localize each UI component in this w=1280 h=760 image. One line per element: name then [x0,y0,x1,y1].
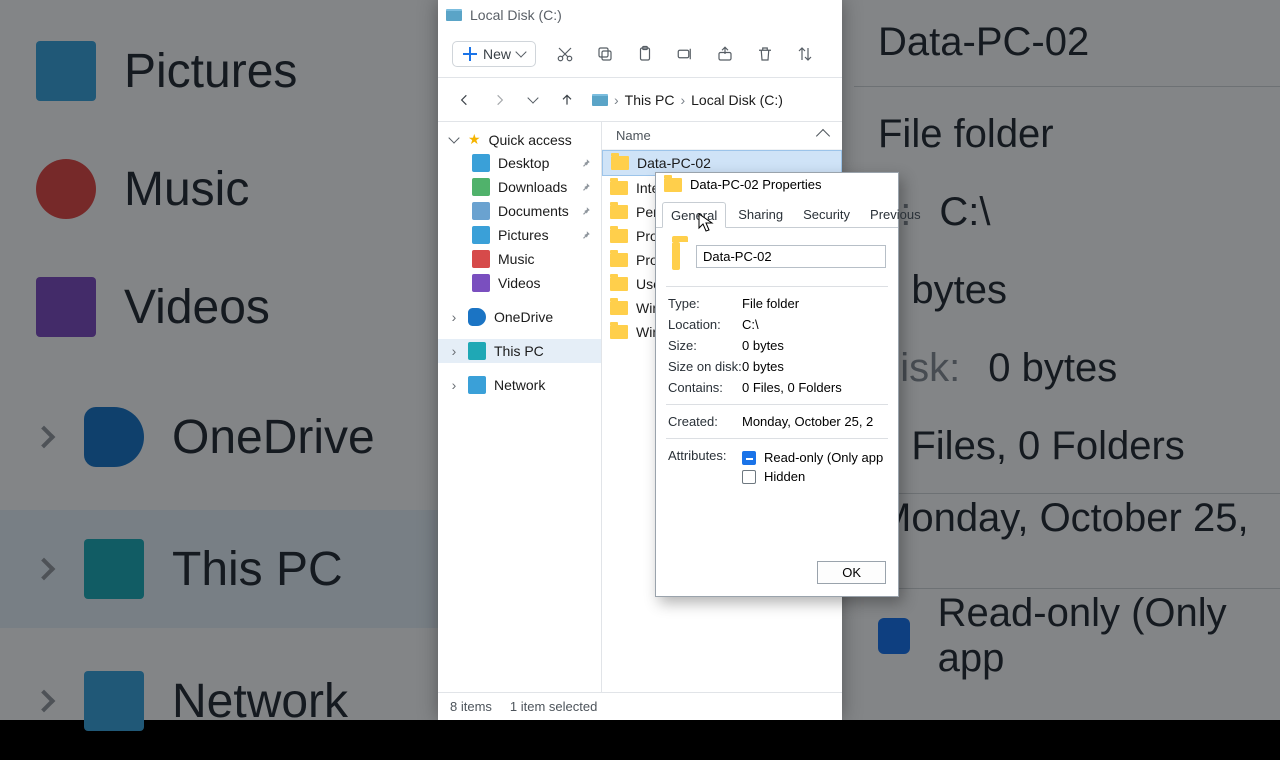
folder-icon [472,226,490,244]
recent-button[interactable] [520,87,546,113]
tab-sharing[interactable]: Sharing [730,202,791,227]
copy-icon[interactable] [594,43,616,65]
dialog-titlebar[interactable]: Data-PC-02 Properties [656,173,898,196]
pin-icon [581,158,591,168]
nav-item-downloads[interactable]: Downloads [438,175,601,199]
folder-icon [610,301,628,315]
sort-icon[interactable] [794,43,816,65]
prop-contains: 0 Files, 0 Folders [742,380,842,395]
background-right: Data-PC-02 File folder n:C:\ 0 bytes dis… [842,0,1280,720]
cloud-icon [468,308,486,326]
nav-item-desktop[interactable]: Desktop [438,151,601,175]
folder-icon [472,154,490,172]
hidden-checkbox[interactable] [742,470,756,484]
column-name[interactable]: Name [602,122,842,150]
nav-item-videos[interactable]: Videos [438,271,601,295]
folder-icon [472,178,490,196]
paste-icon[interactable] [634,43,656,65]
readonly-checkbox[interactable] [742,451,756,465]
folder-icon [610,181,628,195]
tab-security[interactable]: Security [795,202,858,227]
pin-icon [581,230,591,240]
drive-icon [592,94,608,106]
nav-row: › This PC › Local Disk (C:) [438,78,842,122]
nav-onedrive[interactable]: ›OneDrive [438,305,601,329]
properties-dialog: Data-PC-02 Properties General Sharing Se… [655,172,899,597]
chevron-down-icon [515,46,526,57]
prop-created: Monday, October 25, 2 [742,414,873,429]
prop-size-on-disk: 0 bytes [742,359,784,374]
dialog-title: Data-PC-02 Properties [690,177,822,192]
titlebar: Local Disk (C:) [438,0,842,30]
toolbar: New [438,30,842,78]
nav-item-music[interactable]: Music [438,247,601,271]
cut-icon[interactable] [554,43,576,65]
drive-icon [446,9,462,21]
star-icon: ★ [468,131,481,148]
pin-icon [581,182,591,192]
forward-button[interactable] [486,87,512,113]
tab-general[interactable]: General [662,202,726,228]
nav-network[interactable]: ›Network [438,373,601,397]
folder-icon [611,156,629,170]
sort-asc-icon [816,128,830,142]
prop-type: File folder [742,296,799,311]
crumb-drive[interactable]: Local Disk (C:) [691,92,783,108]
pc-icon [468,342,486,360]
up-button[interactable] [554,87,580,113]
folder-icon [610,253,628,267]
folder-icon [610,229,628,243]
nav-quick-access[interactable]: ★ Quick access [438,128,601,151]
folder-icon [672,242,680,270]
nav-pane: ★ Quick access DesktopDownloadsDocuments… [438,122,602,692]
folder-icon [472,250,490,268]
network-icon [468,376,486,394]
folder-icon [664,178,682,192]
folder-icon [610,277,628,291]
tab-previous[interactable]: Previous [862,202,929,227]
dialog-tabs: General Sharing Security Previous [656,202,898,228]
crumb-thispc[interactable]: This PC [625,92,675,108]
status-count: 8 items [450,699,492,714]
ok-button[interactable]: OK [817,561,886,584]
nav-item-pictures[interactable]: Pictures [438,223,601,247]
nav-thispc[interactable]: ›This PC [438,339,601,363]
nav-item-documents[interactable]: Documents [438,199,601,223]
back-button[interactable] [452,87,478,113]
folder-icon [610,325,628,339]
share-icon[interactable] [714,43,736,65]
folder-icon [610,205,628,219]
prop-location: C:\ [742,317,759,332]
plus-icon [463,47,477,61]
status-selected: 1 item selected [510,699,597,714]
folder-icon [472,202,490,220]
folder-icon [472,274,490,292]
folder-name-input[interactable] [696,245,886,268]
new-button[interactable]: New [452,41,536,67]
window-title: Local Disk (C:) [470,7,562,23]
prop-size: 0 bytes [742,338,784,353]
breadcrumb[interactable]: › This PC › Local Disk (C:) [592,92,828,108]
rename-icon[interactable] [674,43,696,65]
status-bar: 8 items 1 item selected [438,692,842,720]
pin-icon [581,206,591,216]
delete-icon[interactable] [754,43,776,65]
background-left: Pictures Music Videos OneDrive This PC N… [0,0,438,720]
